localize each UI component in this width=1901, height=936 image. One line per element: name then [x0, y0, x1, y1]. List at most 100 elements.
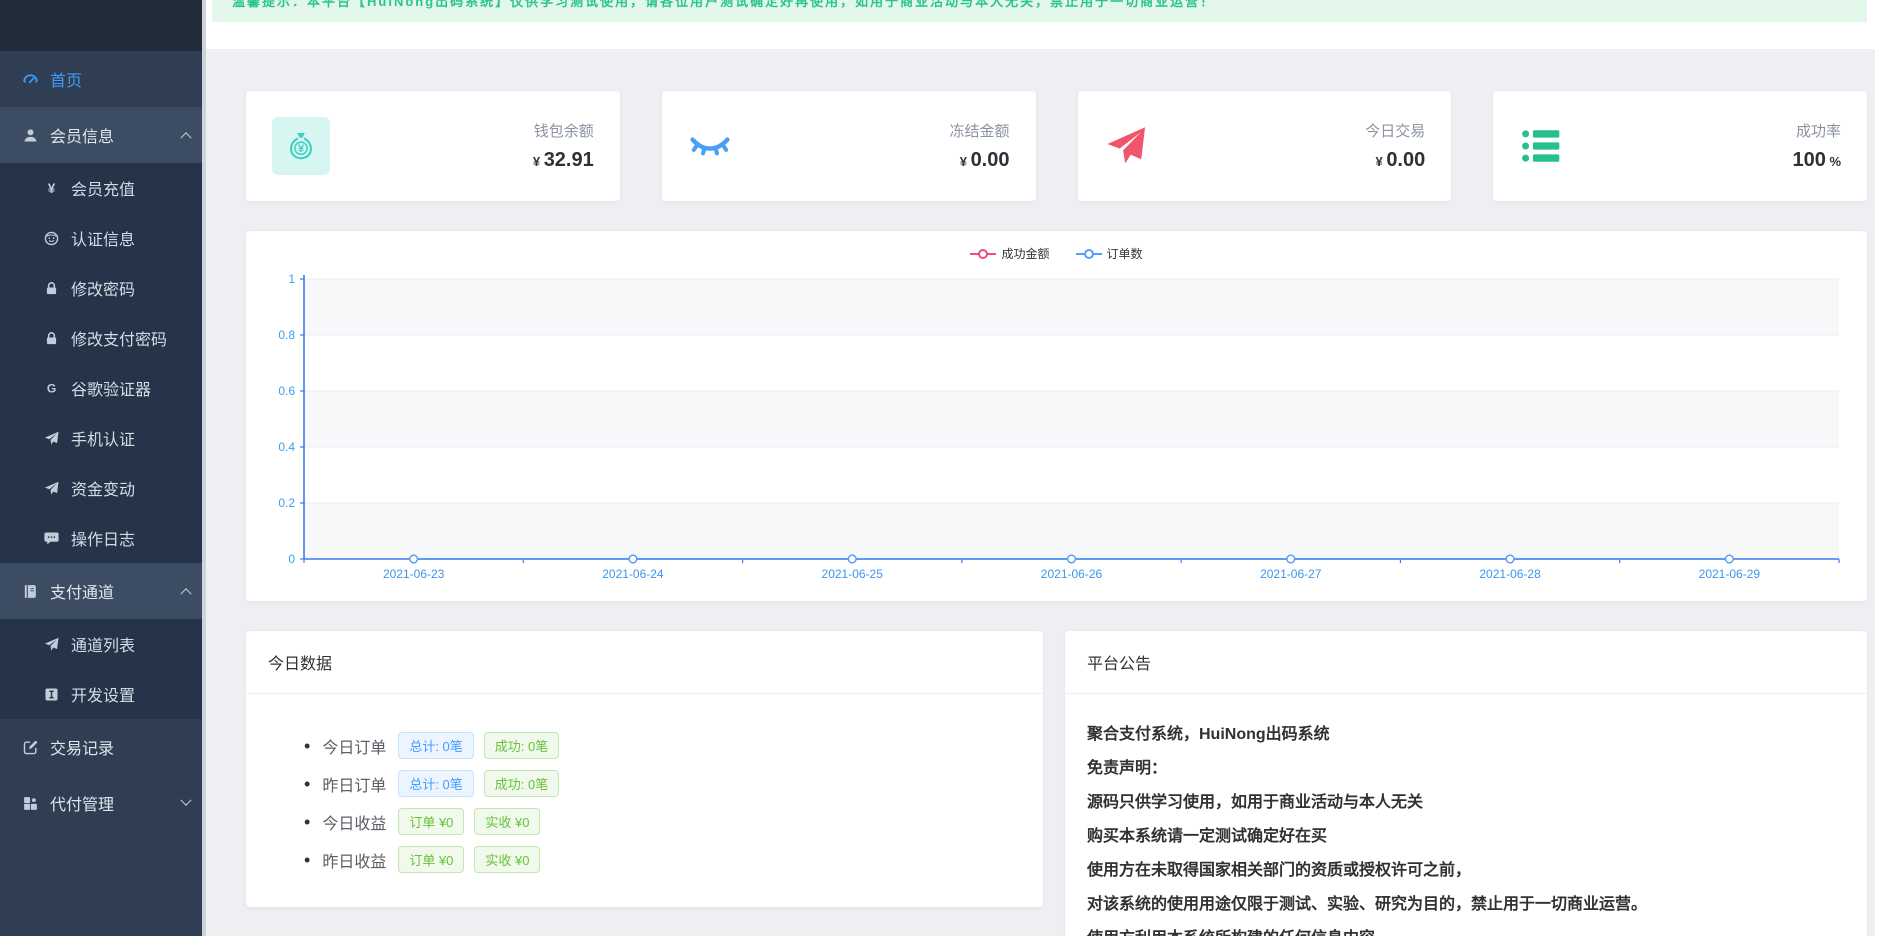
- sidebar-item-auth-info[interactable]: 认证信息: [0, 213, 206, 263]
- sidebar-scrollbar[interactable]: [202, 0, 206, 936]
- sidebar-item-label: 认证信息: [71, 226, 135, 250]
- sidebar-item-transaction-records[interactable]: 交易记录: [0, 719, 206, 775]
- announcement-body: 聚合支付系统，HuiNong出码系统免责声明：源码只供学习使用，如用于商业活动与…: [1065, 694, 1867, 936]
- today-data-row: • 今日订单总计: 0笔成功: 0笔: [304, 732, 1043, 759]
- svg-text:2021-06-24: 2021-06-24: [602, 567, 664, 581]
- today-row-label: 今日订单: [322, 734, 386, 758]
- legend-marker-icon: [970, 249, 996, 259]
- yen-icon: ¥: [40, 180, 62, 197]
- bullet-icon: •: [304, 813, 310, 831]
- app-root: 首页会员信息 ¥ 会员充值认证信息修改密码修改支付密码 G 谷歌验证器手机认证资金变动操…: [0, 0, 1901, 936]
- sidebar-item-dev-settings[interactable]: 开发设置: [0, 669, 206, 719]
- svg-text:2021-06-28: 2021-06-28: [1479, 567, 1541, 581]
- bullet-icon: •: [304, 737, 310, 755]
- chevron-up-icon: [180, 132, 191, 143]
- stat-card-text: 冻结金额¥ 0.00: [949, 120, 1009, 172]
- status-badge: 订单 ¥0: [398, 846, 464, 873]
- stat-card-text: 成功率100 %: [1792, 120, 1841, 172]
- info-icon: [40, 686, 62, 703]
- sidebar-item-label: 代付管理: [50, 791, 114, 815]
- bottom-row: 今日数据 •今日订单总计: 0笔成功: 0笔•昨日订单总计: 0笔成功: 0笔•…: [246, 631, 1867, 936]
- status-badge: 总计: 0笔: [398, 770, 473, 797]
- eye-closed-icon: [688, 124, 732, 168]
- today-data-row: •昨日收益订单 ¥0实收 ¥0: [304, 846, 1043, 873]
- chart-legend: 成功金额 订单数: [246, 245, 1867, 262]
- sidebar-item-google-authenticator[interactable]: G 谷歌验证器: [0, 363, 206, 413]
- sidebar-item-change-pay-password[interactable]: 修改支付密码: [0, 313, 206, 363]
- sidebar-item-home[interactable]: 首页: [0, 51, 206, 107]
- sidebar-item-phone-auth[interactable]: 手机认证: [0, 413, 206, 463]
- sidebar-item-payout-management[interactable]: 代付管理: [0, 775, 206, 831]
- stat-card-success-rate: 成功率100 %: [1493, 91, 1867, 201]
- today-data-row: • 今日收益订单 ¥0 实收 ¥0: [304, 808, 1043, 835]
- status-badge: 订单 ¥0: [398, 808, 464, 835]
- sidebar-item-member-recharge[interactable]: ¥ 会员充值: [0, 163, 206, 213]
- chevron-down-icon: [180, 795, 191, 806]
- status-badge: 总计: 0笔: [398, 732, 473, 759]
- today-row-label: 昨日订单: [322, 772, 386, 796]
- sidebar-item-label: 支付通道: [50, 579, 114, 603]
- page-scroll-gutter[interactable]: [1875, 0, 1901, 936]
- orders-chart: 00.20.40.60.812021-06-232021-06-242021-0…: [264, 271, 1849, 591]
- sidebar-item-member-info[interactable]: 会员信息: [0, 107, 206, 163]
- stat-card-value: 100 %: [1792, 149, 1841, 172]
- sidebar-item-label: 开发设置: [71, 682, 135, 706]
- legend-label: 成功金额: [1001, 245, 1049, 262]
- stat-card-frozen-amount: 冻结金额¥ 0.00: [662, 91, 1036, 201]
- svg-text:2021-06-29: 2021-06-29: [1699, 567, 1761, 581]
- svg-text:G: G: [46, 381, 55, 395]
- lock-icon: [40, 330, 62, 347]
- svg-text:0.2: 0.2: [278, 496, 295, 510]
- announcement-line: 使用方利用本系统所构建的任何信息内容: [1087, 922, 1845, 936]
- sidebar-item-label: 修改支付密码: [71, 326, 167, 350]
- today-data-list: • 今日订单总计: 0笔成功: 0笔 • 昨日订单总计: 0笔成功: 0笔 • 今日收益订…: [246, 694, 1043, 873]
- topbar: 温馨提示：本平台【HuiNong出码系统】仅供学习测试使用，请各位用户测试确定好…: [206, 0, 1875, 49]
- sidebar-item-fund-changes[interactable]: 资金变动: [0, 463, 206, 513]
- id-icon: [40, 230, 62, 247]
- svg-text:2021-06-25: 2021-06-25: [822, 567, 884, 581]
- book-icon: [19, 583, 41, 600]
- announcement-title: 平台公告: [1065, 631, 1867, 694]
- sidebar-logo-area: [0, 0, 206, 51]
- today-data-row: • 昨日订单总计: 0笔成功: 0笔: [304, 770, 1043, 797]
- chevron-up-icon: [180, 588, 191, 599]
- orders-chart-card: 成功金额订单数 00.20.40.60.812021-06-232021-06-…: [246, 231, 1867, 601]
- svg-text:0.4: 0.4: [278, 440, 295, 454]
- sidebar-item-payment-channel[interactable]: 支付通道: [0, 563, 206, 619]
- svg-text:0: 0: [288, 552, 295, 566]
- google-icon: G: [40, 380, 62, 397]
- stat-card-text: 今日交易¥ 0.00: [1365, 120, 1425, 172]
- status-badge: 实收 ¥0: [474, 846, 540, 873]
- svg-text:¥: ¥: [47, 181, 55, 196]
- stat-card-wallet-balance: ¥ 钱包余额 ¥ 32.91: [246, 91, 620, 201]
- sidebar-item-operation-log[interactable]: 操作日志: [0, 513, 206, 563]
- svg-text:2021-06-26: 2021-06-26: [1041, 567, 1103, 581]
- bullet-icon: •: [304, 775, 310, 793]
- announcement-line: 购买本系统请一定测试确定好在买: [1087, 820, 1845, 854]
- paper-plane-icon: [1104, 124, 1148, 168]
- sidebar-item-channel-list[interactable]: 通道列表: [0, 619, 206, 669]
- stat-card-value: ¥ 0.00: [1365, 149, 1425, 172]
- stat-card-value: ¥ 32.91: [533, 149, 594, 172]
- user-icon: [19, 127, 41, 144]
- legend-item[interactable]: 成功金额: [970, 245, 1049, 262]
- stat-card-title: 钱包余额: [533, 120, 594, 141]
- stat-cards-row: ¥ 钱包余额 ¥ 32.91 冻结金额¥ 0.00 今日交易¥ 0.00 成功率100 %: [246, 91, 1867, 201]
- legend-item[interactable]: 订单数: [1076, 245, 1143, 262]
- sidebar-item-change-password[interactable]: 修改密码: [0, 263, 206, 313]
- sidebar-item-label: 资金变动: [71, 476, 135, 500]
- svg-text:0.8: 0.8: [278, 328, 295, 342]
- sidebar-item-label: 谷歌验证器: [71, 376, 151, 400]
- sidebar-item-label: 会员充值: [71, 176, 135, 200]
- today-row-label: 昨日收益: [322, 848, 386, 872]
- announcement-line: 对该系统的使用用途仅限于测试、实验、研究为目的，禁止用于一切商业运营。: [1087, 888, 1845, 922]
- main-area: 温馨提示：本平台【HuiNong出码系统】仅供学习测试使用，请各位用户测试确定好…: [206, 0, 1875, 936]
- svg-text:¥: ¥: [298, 143, 305, 155]
- status-badge: 成功: 0笔: [484, 770, 559, 797]
- svg-text:2021-06-23: 2021-06-23: [383, 567, 445, 581]
- notice-banner: 温馨提示：本平台【HuiNong出码系统】仅供学习测试使用，请各位用户测试确定好…: [212, 0, 1867, 22]
- status-badge: 成功: 0笔: [484, 732, 559, 759]
- status-badge: 实收 ¥0: [474, 808, 540, 835]
- today-row-label: 今日收益: [322, 810, 386, 834]
- sidebar-item-label: 手机认证: [71, 426, 135, 450]
